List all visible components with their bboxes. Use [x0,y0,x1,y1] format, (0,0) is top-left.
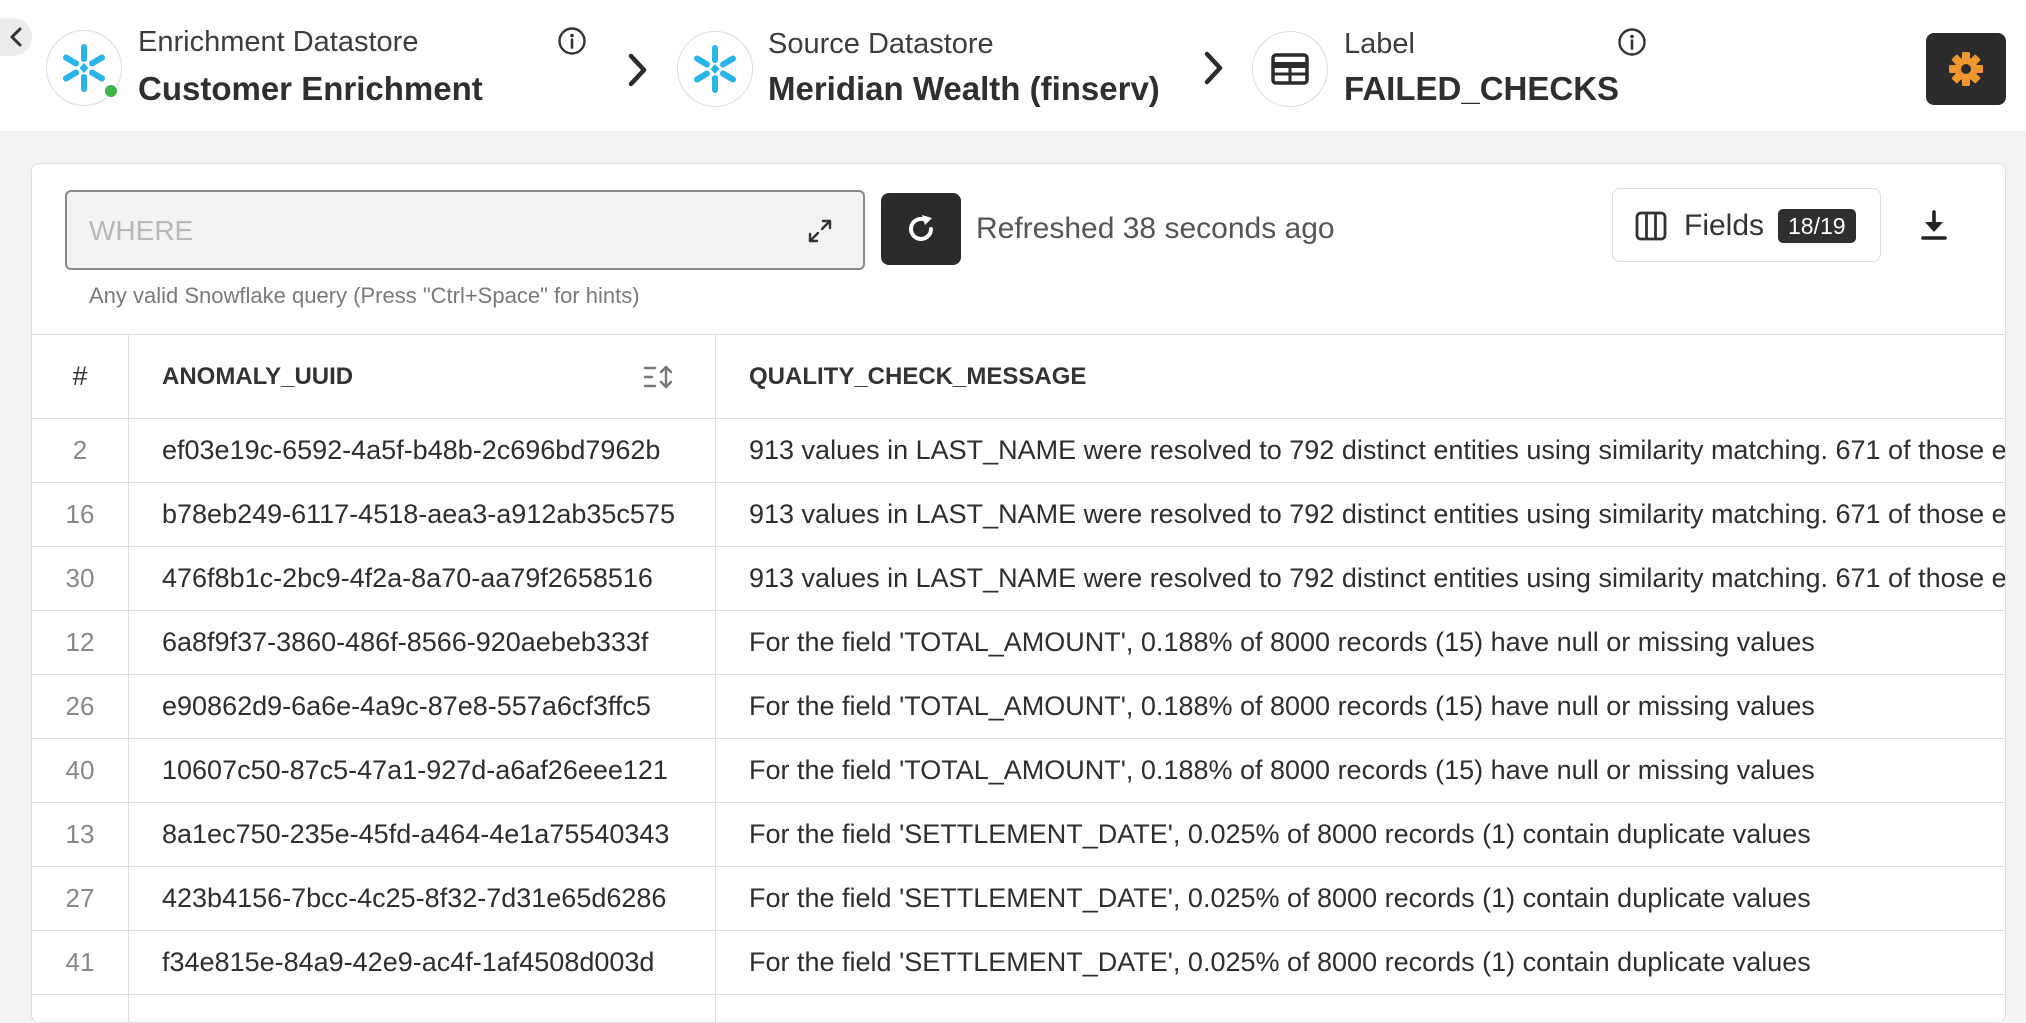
column-header-label: ANOMALY_UUID [162,362,354,390]
container-icon[interactable] [1252,31,1328,107]
quality-message-cell: 913 values in LAST_NAME were resolved to… [749,563,2006,593]
where-clause-input[interactable]: WHERE [65,190,865,270]
quality-message-cell: 913 values in LAST_NAME were resolved to… [749,499,2006,529]
anomaly-uuid-cell: 8a1ec750-235e-45fd-a464-4e1a75540343 [129,803,716,866]
quality-message-cell [716,995,2005,1022]
quality-message-cell: For the field 'SETTLEMENT_DATE', 0.025% … [749,819,1811,849]
snowflake-icon [63,44,105,92]
info-icon[interactable] [1617,27,1647,57]
source-datastore-icon[interactable] [677,31,753,107]
row-index: 13 [32,803,129,866]
where-placeholder: WHERE [89,215,194,246]
table-icon [1271,53,1309,85]
column-header-quality-check-message[interactable]: QUALITY_CHECK_MESSAGE [716,335,2005,418]
row-index: 26 [32,675,129,738]
sort-icon[interactable] [643,364,675,390]
table-row[interactable]: 30 476f8b1c-2bc9-4f2a-8a70-aa79f2658516 … [32,547,2006,611]
anomaly-uuid-cell: 423b4156-7bcc-4c25-8f32-7d31e65d6286 [129,867,716,930]
table-row[interactable]: 2 ef03e19c-6592-4a5f-b48b-2c696bd7962b 9… [32,419,2006,483]
data-preview-card: WHERE Any valid Snowflake query (Press "… [31,163,2006,1023]
anomaly-uuid-cell: b78eb249-6117-4518-aea3-a912ab35c575 [129,483,716,546]
anomaly-uuid-cell: e90862d9-6a6e-4a9c-87e8-557a6cf3ffc5 [129,675,716,738]
records-table: # ANOMALY_UUID QUALITY_CHECK_MESSAGE 2 e… [32,334,2006,1022]
quality-message-cell: For the field 'SETTLEMENT_DATE', 0.025% … [749,883,1811,913]
row-index: 41 [32,931,129,994]
table-row[interactable]: 13 8a1ec750-235e-45fd-a464-4e1a75540343 … [32,803,2005,867]
row-index [32,995,129,1022]
query-hint: Any valid Snowflake query (Press "Ctrl+S… [89,283,640,308]
anomaly-uuid-cell: 476f8b1c-2bc9-4f2a-8a70-aa79f2658516 [129,547,716,610]
table-header-row: # ANOMALY_UUID QUALITY_CHECK_MESSAGE [32,335,2005,419]
table-row[interactable]: 27 423b4156-7bcc-4c25-8f32-7d31e65d6286 … [32,867,2005,931]
table-row[interactable]: 12 6a8f9f37-3860-486f-8566-920aebeb333f … [32,611,2005,675]
columns-icon [1635,211,1667,241]
chevron-left-icon [10,27,22,47]
refreshed-status: Refreshed 38 seconds ago [976,212,1335,245]
enrichment-datastore-icon[interactable] [46,30,122,106]
anomaly-uuid-cell: f34e815e-84a9-42e9-ac4f-1af4508d003d [129,931,716,994]
row-index: 27 [32,867,129,930]
row-index: 40 [32,739,129,802]
table-row[interactable] [32,995,2005,1022]
fields-count-badge: 18/19 [1778,209,1856,243]
info-icon[interactable] [557,26,587,56]
table-row[interactable]: 40 10607c50-87c5-47a1-927d-a6af26eee121 … [32,739,2005,803]
row-index: 30 [32,547,129,610]
anomaly-uuid-cell: ef03e19c-6592-4a5f-b48b-2c696bd7962b [129,419,716,482]
table-row[interactable]: 41 f34e815e-84a9-42e9-ac4f-1af4508d003d … [32,931,2005,995]
quality-message-cell: For the field 'TOTAL_AMOUNT', 0.188% of … [749,691,1815,721]
status-dot [103,83,119,99]
row-index: 12 [32,611,129,674]
back-button[interactable] [0,18,32,56]
fields-label: Fields [1684,209,1765,242]
source-datastore-label: Source Datastore [768,28,994,60]
enrichment-datastore-label: Enrichment Datastore [138,26,419,58]
container-name[interactable]: FAILED_CHECKS [1344,70,1619,108]
column-header-anomaly-uuid[interactable]: ANOMALY_UUID [129,335,716,418]
chevron-right-icon [1204,51,1223,85]
column-header-index[interactable]: # [32,335,129,418]
settings-button[interactable] [1926,33,2006,105]
quality-message-cell: 913 values in LAST_NAME were resolved to… [749,435,2006,465]
quality-message-cell: For the field 'SETTLEMENT_DATE', 0.025% … [749,947,1811,977]
top-header: Enrichment Datastore Customer Enrichment… [0,0,2026,131]
enrichment-datastore-name[interactable]: Customer Enrichment [138,70,483,108]
table-row[interactable]: 16 b78eb249-6117-4518-aea3-a912ab35c575 … [32,483,2006,547]
quality-message-cell: For the field 'TOTAL_AMOUNT', 0.188% of … [749,755,1815,785]
snowflake-icon [694,45,736,93]
fields-button[interactable]: Fields 18/19 [1612,188,1881,262]
gear-icon [1949,52,1983,86]
expand-icon[interactable] [807,218,833,244]
anomaly-uuid-cell: 6a8f9f37-3860-486f-8566-920aebeb333f [129,611,716,674]
chevron-right-icon [628,53,647,87]
row-index: 2 [32,419,129,482]
row-index: 16 [32,483,129,546]
refresh-icon [909,215,933,241]
anomaly-uuid-cell: 10607c50-87c5-47a1-927d-a6af26eee121 [129,739,716,802]
container-type-label: Label [1344,28,1415,60]
source-datastore-name[interactable]: Meridian Wealth (finserv) [768,70,1160,108]
refresh-button[interactable] [881,193,961,265]
table-row[interactable]: 26 e90862d9-6a6e-4a9c-87e8-557a6cf3ffc5 … [32,675,2005,739]
download-icon[interactable] [1920,209,1948,241]
anomaly-uuid-cell [129,995,716,1022]
quality-message-cell: For the field 'TOTAL_AMOUNT', 0.188% of … [749,627,1815,657]
